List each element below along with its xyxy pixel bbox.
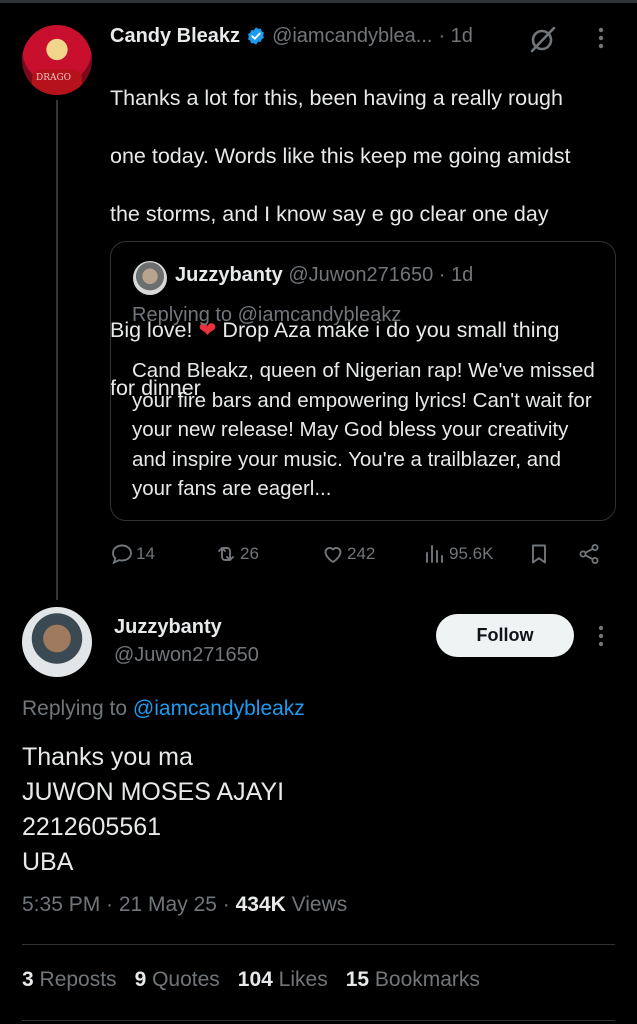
quote-avatar [133,261,167,295]
quote-author-name: Juzzybanty [175,264,283,286]
tweet-line: one today. Words like this keep me going… [110,144,571,168]
avatar-logo-text: DRAGO [36,73,72,83]
quoted-tweet[interactable]: Juzzybanty @Juwon271650 · 1d Replying to… [110,241,616,521]
thread-line [56,100,58,600]
quote-replying-to: Replying to @iamcandybleakz [132,304,402,326]
follow-button[interactable]: Follow [436,614,574,657]
quote-text: Cand Bleakz, queen of Nigerian rap! We'v… [132,359,595,500]
engagement-stats: 3 Reposts 9 Quotes 104 Likes 15 Bookmarks [22,968,480,992]
tweet-line: Thanks a lot for this, been having a rea… [110,86,563,110]
quote-time: · 1d [438,264,474,286]
reposts-label: Reposts [33,968,117,991]
tweet-meta: 5:35 PM · 21 May 25 · 434K Views [22,893,347,917]
likes-count: 104 [237,968,273,991]
avatar[interactable]: DRAGO [22,25,92,95]
author-handle[interactable]: @iamcandyblea... [272,25,432,48]
tweet-timestamp[interactable]: 5:35 PM · 21 May 25 · [22,893,236,916]
top-divider [0,0,637,3]
bookmarks-stat[interactable]: 15 Bookmarks [346,968,480,991]
quote-header: Juzzybanty @Juwon271650 · 1d [175,264,473,287]
replying-prefix: Replying to [22,697,133,720]
tweet-line: the storms, and I know say e go clear on… [110,202,549,226]
reply-button[interactable]: 14 [110,540,155,568]
views-icon [426,545,443,563]
quote-author-handle: @Juwon271650 [288,264,434,286]
tweet-text: Thanks you ma JUWON MOSES AJAYI 22126055… [22,740,284,880]
repost-button[interactable]: 26 [214,540,259,568]
author-handle[interactable]: @Juwon271650 [114,644,259,667]
share-icon [579,544,599,564]
replying-to: Replying to @iamcandybleakz [22,697,305,721]
bookmark-button[interactable] [527,540,553,568]
views-label: Views [285,893,348,916]
verified-badge-icon [248,27,264,45]
action-bar: 14 26 242 95.6K [0,540,637,568]
author-name[interactable]: Candy Bleakz [110,25,240,48]
reposts-count: 3 [22,968,34,991]
tweet-line: UBA [22,848,74,876]
quotes-stat[interactable]: 9 Quotes [135,968,220,991]
tweet-time[interactable]: · 1d [438,25,472,48]
tweet-line: JUWON MOSES AJAYI [22,778,285,806]
bookmarks-label: Bookmarks [369,968,480,991]
avatar[interactable] [22,607,92,677]
repost-icon [218,547,234,561]
reply-icon [112,544,132,565]
reply-count: 14 [136,544,155,563]
replying-handle-link[interactable]: @iamcandybleakz [133,697,305,720]
more-icon[interactable] [594,622,608,650]
reposts-stat[interactable]: 3 Reposts [22,968,117,991]
share-button[interactable] [577,540,603,568]
divider [22,1020,615,1021]
likes-label: Likes [272,968,328,991]
bookmark-icon [532,544,546,564]
bookmarks-count: 15 [345,968,370,991]
quotes-count: 9 [134,968,147,991]
more-icon[interactable] [594,24,608,52]
views-button[interactable]: 95.6K [423,540,493,568]
tweet-line: 2212605561 [22,813,162,841]
author-name[interactable]: Juzzybanty [114,616,222,639]
quotes-label: Quotes [146,968,220,991]
views-total: 434K [235,893,286,916]
grok-icon[interactable] [528,24,558,54]
views-count: 95.6K [449,544,494,563]
repost-count: 26 [240,544,259,563]
likes-stat[interactable]: 104 Likes [238,968,328,991]
tweet-line: Thanks you ma [22,743,193,771]
tweet-header: Candy Bleakz @iamcandyblea... · 1d [110,22,473,50]
like-icon [324,547,342,563]
like-button[interactable]: 242 [321,540,375,568]
divider [22,944,615,945]
like-count: 242 [347,544,376,563]
